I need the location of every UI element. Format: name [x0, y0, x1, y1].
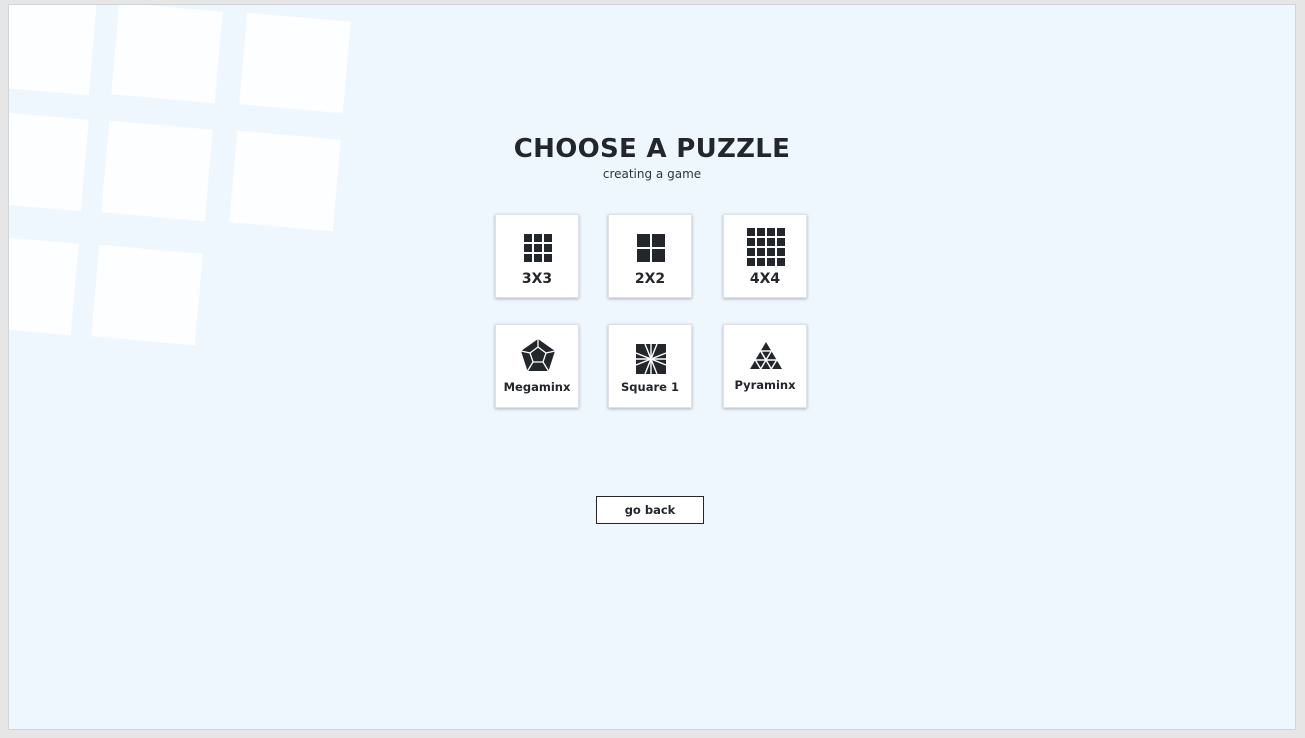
puzzle-card-megaminx[interactable]: Megaminx	[495, 324, 579, 408]
puzzle-label: Square 1	[621, 380, 679, 394]
grid-2x2-icon	[637, 234, 665, 262]
puzzle-label: Pyraminx	[734, 378, 796, 392]
page-title: CHOOSE A PUZZLE	[513, 134, 791, 164]
page-subtitle: creating a game	[602, 167, 702, 181]
grid-4x4-icon	[747, 228, 785, 266]
puzzle-card-pyraminx[interactable]: Pyraminx	[723, 324, 807, 408]
puzzle-card-2x2[interactable]: 2X2	[608, 214, 692, 298]
puzzle-card-square-1[interactable]: Square 1	[608, 324, 692, 408]
puzzle-label: Megaminx	[503, 380, 571, 394]
square-one-icon	[636, 344, 666, 374]
background-decoration	[9, 5, 369, 365]
puzzle-label: 3X3	[521, 271, 553, 287]
pyraminx-icon	[750, 342, 782, 370]
puzzle-label: 4X4	[749, 271, 781, 287]
puzzle-card-3x3[interactable]: 3X3	[495, 214, 579, 298]
puzzle-card-4x4[interactable]: 4X4	[723, 214, 807, 298]
megaminx-icon	[520, 339, 556, 372]
go-back-button[interactable]: go back	[596, 496, 704, 524]
app-window: CHOOSE A PUZZLE creating a game 3X3 2X2	[8, 4, 1296, 730]
puzzle-label: 2X2	[634, 271, 666, 287]
grid-3x3-icon	[524, 234, 552, 262]
